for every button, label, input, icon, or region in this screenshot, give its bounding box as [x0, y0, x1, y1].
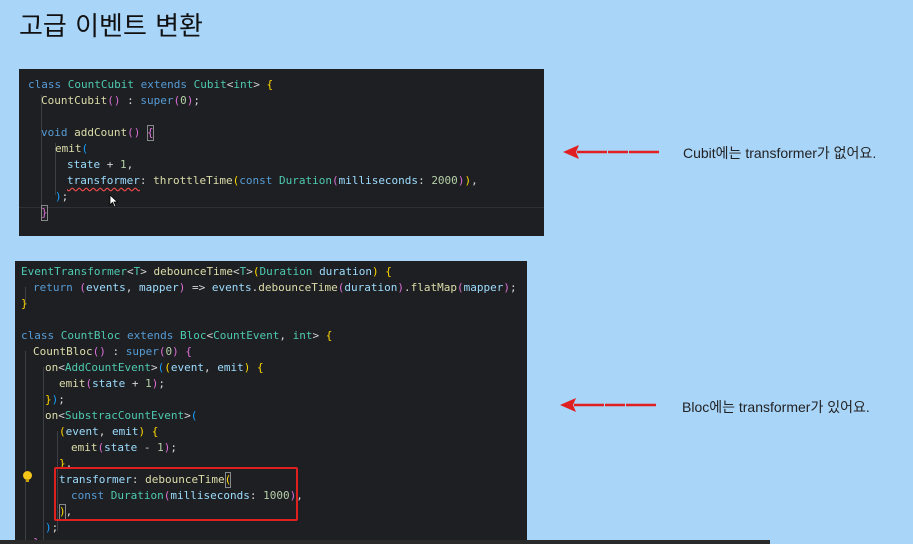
code-line: emit(state - 1);: [71, 441, 177, 454]
code-line: return (events, mapper) => events.deboun…: [33, 281, 517, 294]
slide-title: 고급 이벤트 변환: [19, 12, 203, 42]
indent-guide: [41, 95, 42, 221]
indent-guide: [43, 367, 44, 544]
code-line: on<SubstracCountEvent>(: [45, 409, 198, 422]
code-line: void addCount() {: [41, 125, 154, 141]
code-line: }: [41, 205, 48, 221]
code-line: );: [55, 190, 69, 203]
transformer-highlight-box: [54, 467, 298, 521]
cubit-code-editor[interactable]: class CountCubit extends Cubit<int> { Co…: [19, 69, 544, 236]
bloc-code-editor[interactable]: EventTransformer<T> debounceTime<T>(Dura…: [15, 261, 527, 544]
indent-guide: [25, 351, 26, 544]
left-arrow-icon: [560, 398, 659, 412]
code-line: });: [45, 393, 65, 406]
code-line: on<AddCountEvent>((event, emit) {: [45, 361, 264, 374]
bloc-annotation: Bloc에는 transformer가 있어요.: [682, 399, 870, 415]
code-line: CountBloc() : super(0) {: [33, 345, 192, 358]
code-line: transformer: throttleTime(const Duration…: [67, 174, 478, 187]
code-line: }: [21, 297, 28, 310]
current-line-highlight: [19, 207, 544, 208]
code-line: emit(: [55, 142, 89, 155]
lightbulb-icon[interactable]: [23, 471, 32, 482]
code-line: state + 1,: [67, 158, 134, 171]
left-arrow-icon: [563, 145, 662, 159]
code-line: EventTransformer<T> debounceTime<T>(Dura…: [21, 265, 392, 278]
mouse-pointer-icon: [109, 194, 119, 208]
cubit-annotation: Cubit에는 transformer가 없어요.: [683, 145, 877, 161]
code-line: (event, emit) {: [59, 425, 159, 438]
code-line: emit(state + 1);: [59, 377, 165, 390]
code-line: class CountCubit extends Cubit<int> {: [28, 78, 274, 91]
bottom-strip: [0, 540, 770, 544]
code-line: );: [45, 521, 59, 534]
code-line: CountCubit() : super(0);: [41, 94, 200, 107]
code-line: class CountBloc extends Bloc<CountEvent,…: [21, 329, 333, 342]
